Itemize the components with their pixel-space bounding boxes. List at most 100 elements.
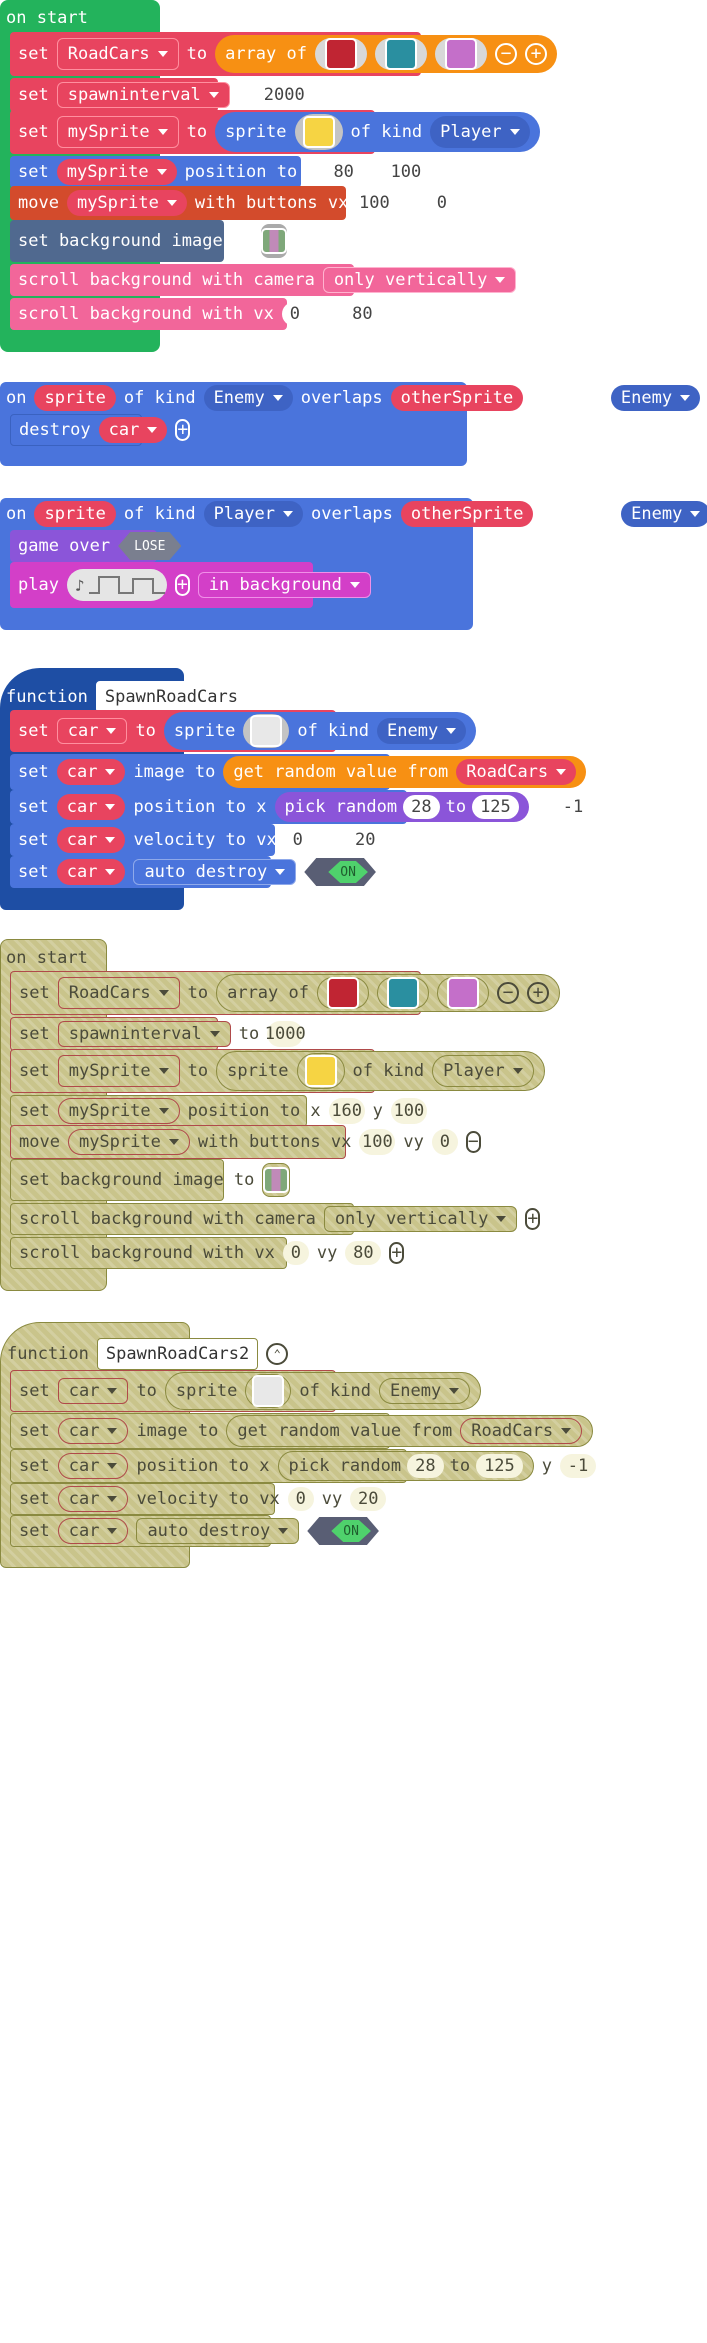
vy-value[interactable]: 0	[428, 190, 455, 216]
var-dropdown-mysprite-2[interactable]: mySprite	[56, 159, 177, 185]
get-random-value-block[interactable]: get random value from RoadCars	[226, 1415, 594, 1447]
y-value[interactable]: 100	[390, 1098, 427, 1124]
var-dropdown-mysprite-2[interactable]: mySprite	[57, 1098, 180, 1124]
destroy-block[interactable]: destroy car +	[10, 414, 191, 446]
collapse-icon[interactable]: ⌃	[266, 1343, 289, 1365]
function-name-field[interactable]: SpawnRoadCars	[95, 681, 247, 713]
scroll-background-vx-block[interactable]: scroll background with vx 0 vy 80 +	[10, 298, 404, 330]
add-icon[interactable]: +	[524, 43, 547, 65]
scroll-vy-value[interactable]: 80	[344, 302, 381, 326]
lose-toggle[interactable]: LOSE	[118, 532, 181, 560]
sprite-of-kind-block[interactable]: sprite of kind Player	[216, 1051, 545, 1091]
var-dropdown-mysprite-3[interactable]: mySprite	[67, 1129, 190, 1155]
pick-random-block[interactable]: pick random 28 to 125	[274, 792, 529, 822]
sprite-param[interactable]: sprite	[34, 385, 116, 411]
var-dropdown-mysprite-3[interactable]: mySprite	[66, 190, 187, 216]
game-over-block[interactable]: game over LOSE	[10, 530, 157, 562]
scroll-vx-value[interactable]: 0	[281, 302, 308, 326]
move-sprite-block[interactable]: move mySprite with buttons vx 100 vy 0 −	[10, 1125, 481, 1159]
add-icon[interactable]: +	[524, 269, 540, 291]
spawninterval-value[interactable]: 1000	[265, 1021, 306, 1047]
playback-mode-dropdown[interactable]: in background	[197, 572, 371, 598]
car-red-icon[interactable]	[316, 977, 369, 1009]
pick-random-block[interactable]: pick random 28 to 125	[277, 1451, 534, 1481]
set-spawninterval-block[interactable]: set spawninterval to 1000	[10, 1017, 306, 1051]
set-background-image-block[interactable]: set background image to	[10, 1159, 291, 1201]
remove-icon[interactable]: −	[465, 1131, 481, 1153]
random-min-value[interactable]: 28	[407, 1454, 444, 1478]
flag-dropdown[interactable]: auto destroy	[133, 859, 297, 885]
set-car-sprite-block[interactable]: set car to sprite of kind Enemy	[10, 710, 477, 752]
collapse-icon[interactable]: ⌃	[254, 686, 277, 708]
background-image-icon[interactable]	[261, 224, 288, 258]
add-icon[interactable]: +	[174, 574, 190, 596]
vy-value[interactable]: 0	[431, 1129, 458, 1155]
var-dropdown-spawninterval[interactable]: spawninterval	[57, 1021, 231, 1047]
on-toggle[interactable]: ON	[304, 858, 376, 886]
kind-dropdown[interactable]: Player	[430, 116, 530, 148]
var-dropdown-car[interactable]: car	[98, 417, 168, 443]
add-icon[interactable]: +	[175, 419, 191, 441]
car-teal-icon[interactable]	[376, 977, 429, 1009]
scroll-background-vx-block[interactable]: scroll background with vx 0 vy 80 +	[10, 1237, 405, 1269]
car-pink-icon[interactable]	[436, 977, 489, 1009]
velocity-vy-value[interactable]: 20	[347, 828, 384, 852]
flag-dropdown[interactable]: auto destroy	[136, 1518, 300, 1544]
play-sound-block[interactable]: play ♪ + in background	[10, 562, 371, 608]
var-dropdown-roadcars[interactable]: RoadCars	[57, 977, 180, 1009]
var-dropdown-car-4[interactable]: car	[57, 1486, 129, 1512]
set-position-block[interactable]: set mySprite position to x 160 y 100	[10, 1095, 427, 1127]
kind-dropdown-2[interactable]: Enemy	[621, 501, 707, 527]
remove-icon[interactable]: −	[494, 43, 517, 65]
scroll-background-camera-block[interactable]: scroll background with camera only verti…	[10, 1203, 541, 1235]
kind-dropdown[interactable]: Player	[432, 1055, 534, 1087]
var-dropdown-roadcars[interactable]: RoadCars	[56, 38, 179, 70]
add-icon[interactable]: +	[389, 1242, 405, 1264]
x-value[interactable]: 80	[325, 159, 362, 185]
kind-dropdown-1[interactable]: Enemy	[203, 385, 293, 411]
set-roadcars-block[interactable]: set RoadCars to array of − +	[10, 971, 560, 1015]
var-dropdown-spawninterval[interactable]: spawninterval	[56, 82, 230, 108]
scroll-mode-dropdown[interactable]: only vertically	[323, 1206, 518, 1232]
sprite-of-kind-block[interactable]: sprite of kind Enemy	[164, 1372, 482, 1410]
kind-dropdown[interactable]: Enemy	[379, 1378, 471, 1404]
background-image-icon[interactable]	[262, 1163, 291, 1197]
scroll-vy-value[interactable]: 80	[345, 1241, 382, 1265]
set-spawninterval-block[interactable]: set spawninterval to 2000	[10, 78, 305, 112]
var-dropdown-car[interactable]: car	[56, 718, 128, 744]
velocity-vx-value[interactable]: 0	[287, 1487, 314, 1511]
add-icon[interactable]: +	[388, 303, 404, 325]
set-car-auto-destroy-block[interactable]: set car auto destroy ON	[10, 856, 271, 888]
var-dropdown-car[interactable]: car	[57, 1378, 129, 1404]
kind-dropdown-1[interactable]: Player	[203, 501, 303, 527]
remove-icon[interactable]: −	[496, 982, 519, 1004]
car-teal-icon[interactable]	[374, 38, 427, 70]
set-position-block[interactable]: set mySprite position to x 80 y 100	[10, 156, 424, 188]
vx-value[interactable]: 100	[359, 1129, 396, 1155]
x-value[interactable]: 160	[328, 1098, 365, 1124]
var-dropdown-car-3[interactable]: car	[57, 1453, 129, 1479]
array-of-block[interactable]: array of − +	[216, 974, 560, 1012]
set-car-sprite-block[interactable]: set car to sprite of kind Enemy	[10, 1370, 482, 1412]
set-car-velocity-block[interactable]: set car velocity to vx 0 vy 20	[10, 1483, 387, 1515]
on-toggle[interactable]: ON	[307, 1517, 379, 1545]
scroll-vx-value[interactable]: 0	[282, 1241, 309, 1265]
set-car-velocity-block[interactable]: set car velocity to vx 0 vy 20	[10, 824, 384, 856]
duck-icon[interactable]	[296, 1053, 345, 1089]
var-dropdown-roadcars[interactable]: RoadCars	[460, 1418, 583, 1444]
function-name-field[interactable]: SpawnRoadCars2	[96, 1338, 259, 1370]
set-car-position-block[interactable]: set car position to x pick random 28 to …	[10, 1449, 597, 1483]
set-mysprite-block[interactable]: set mySprite to sprite of kind Player	[10, 1049, 545, 1093]
melody-icon[interactable]: ♪	[66, 569, 167, 601]
var-dropdown-car-4[interactable]: car	[56, 827, 126, 853]
array-of-block[interactable]: array of − +	[215, 35, 557, 73]
get-random-value-block[interactable]: get random value from RoadCars	[223, 756, 587, 788]
kind-dropdown-2[interactable]: Enemy	[610, 385, 701, 411]
random-min-value[interactable]: 28	[403, 795, 440, 819]
var-dropdown-car-3[interactable]: car	[56, 794, 126, 820]
sprite-param[interactable]: sprite	[34, 501, 116, 527]
othersprite-param[interactable]: otherSprite	[390, 385, 524, 411]
sprite-of-kind-block[interactable]: sprite of kind Player	[215, 112, 540, 152]
velocity-vy-value[interactable]: 20	[350, 1487, 387, 1511]
kind-dropdown[interactable]: Enemy	[377, 718, 467, 744]
